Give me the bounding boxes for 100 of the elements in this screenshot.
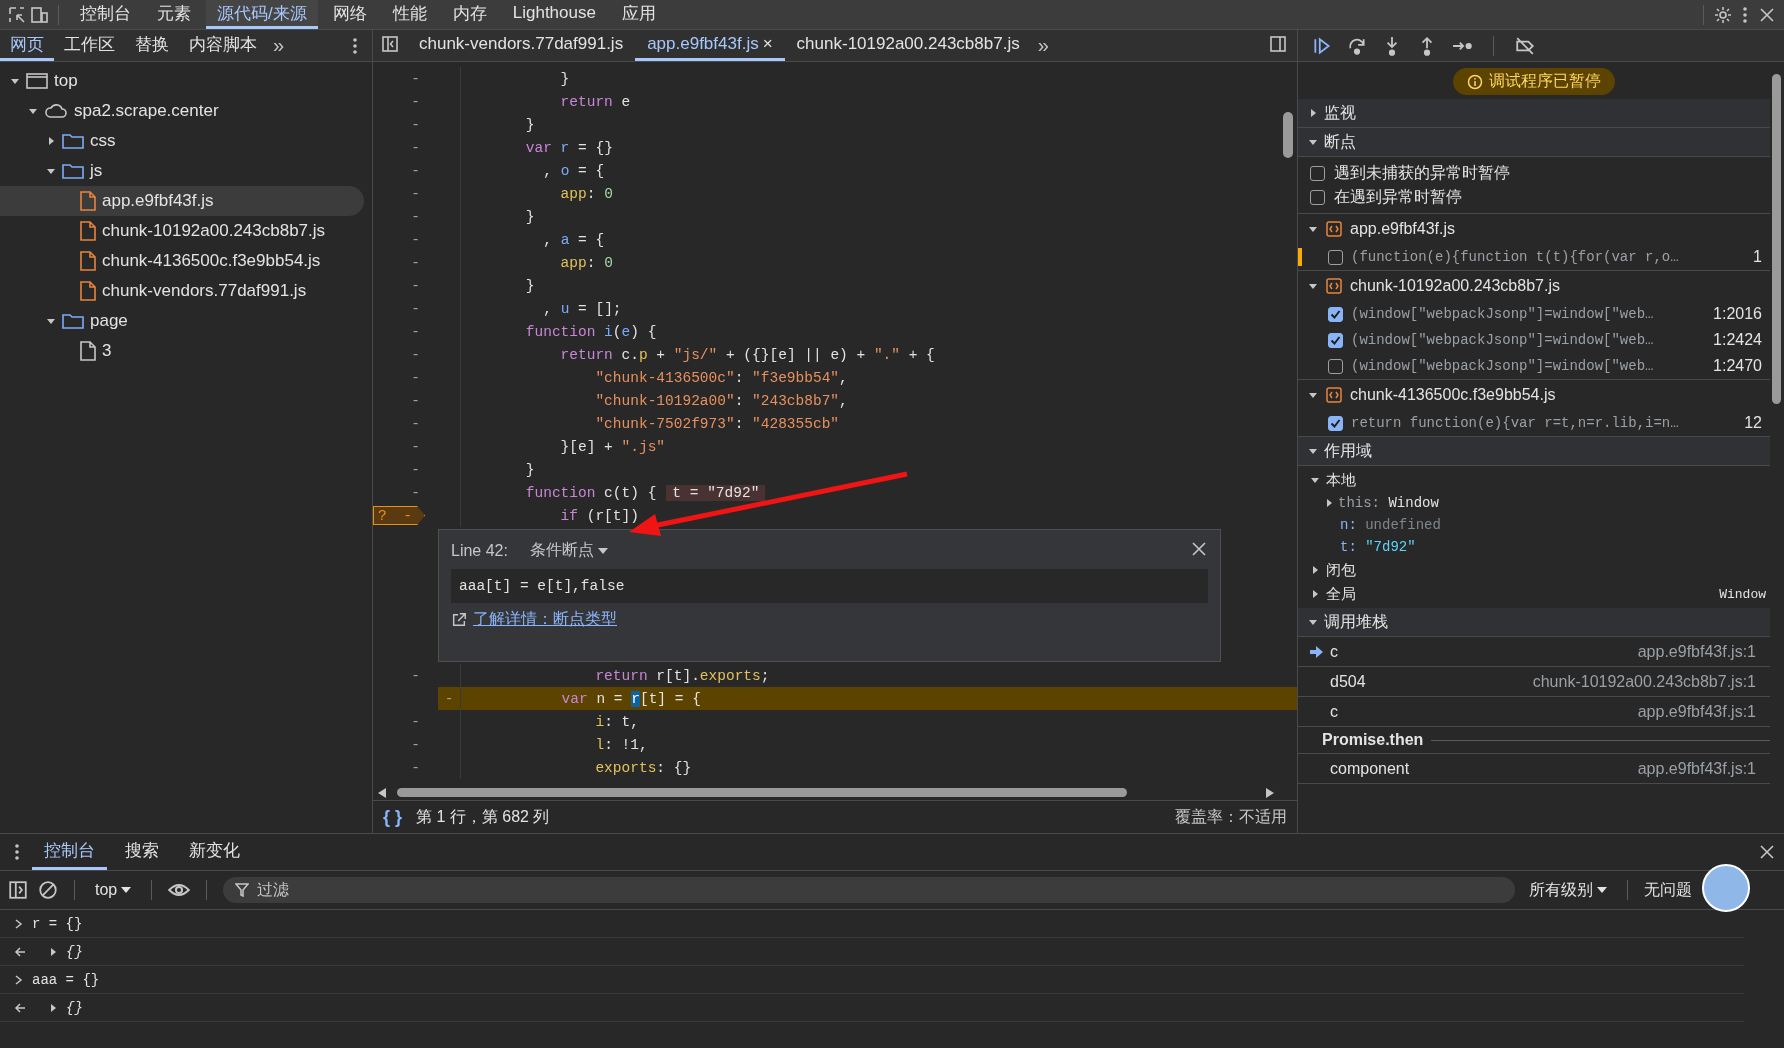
checkbox[interactable]: [1310, 189, 1325, 205]
external-link-icon[interactable]: [451, 611, 467, 628]
expand-arrow-icon[interactable]: [1308, 224, 1318, 234]
gutter-mark[interactable]: -: [411, 484, 420, 501]
expand-arrow-icon[interactable]: [28, 106, 38, 116]
file-tab[interactable]: chunk-10192a00.243cb8b7.js: [784, 30, 1032, 61]
expand-arrow-icon[interactable]: [1308, 137, 1318, 147]
close-icon[interactable]: [1190, 539, 1208, 558]
close-icon[interactable]: [1758, 5, 1776, 24]
scroll-right-icon[interactable]: [1265, 786, 1275, 799]
file-tab[interactable]: chunk-vendors.77daf991.js: [407, 30, 636, 61]
gutter-mark[interactable]: -: [411, 185, 420, 202]
avatar-icon[interactable]: [1702, 864, 1750, 912]
panel-tab[interactable]: 元素: [146, 0, 202, 29]
navigator-tab[interactable]: 工作区: [54, 30, 125, 61]
gutter-mark[interactable]: -: [411, 139, 420, 156]
gutter-mark[interactable]: -: [411, 162, 420, 179]
close-icon[interactable]: [1758, 843, 1776, 861]
expand-arrow-icon[interactable]: [48, 946, 58, 957]
call-frame[interactable]: component app.e9fbf43f.js:1: [1298, 754, 1770, 784]
checkbox[interactable]: [1328, 306, 1343, 322]
clear-console-icon[interactable]: [38, 880, 58, 900]
tree-item[interactable]: css: [0, 126, 364, 156]
inspect-icon[interactable]: [8, 5, 26, 24]
close-tab-icon[interactable]: ×: [762, 34, 773, 54]
variable-entry[interactable]: n: undefined: [1340, 517, 1441, 533]
panel-tab[interactable]: 内存: [441, 0, 498, 29]
variable-entry[interactable]: t: "7d92": [1340, 539, 1416, 555]
drawer-tab[interactable]: 新变化: [177, 834, 252, 870]
expand-arrow-icon[interactable]: [1324, 498, 1334, 508]
checkbox[interactable]: [1310, 165, 1325, 181]
gutter-mark[interactable]: -: [411, 323, 420, 340]
expand-arrow-icon[interactable]: [1308, 446, 1318, 456]
deactivate-breakpoints-icon[interactable]: [1515, 35, 1535, 56]
device-icon[interactable]: [30, 5, 48, 24]
tree-item[interactable]: 3: [0, 336, 364, 366]
gutter-mark[interactable]: -: [411, 93, 420, 110]
panel-tab[interactable]: 源代码/来源: [206, 0, 318, 29]
sidebar-icon[interactable]: [8, 880, 28, 900]
scrollbar[interactable]: [397, 788, 1127, 797]
gutter-mark[interactable]: -: [411, 231, 420, 248]
issues-counter[interactable]: 无问题: [1644, 879, 1692, 901]
gutter-mark[interactable]: -: [411, 254, 420, 271]
tree-item[interactable]: spa2.scrape.center: [0, 96, 364, 126]
expand-arrow-icon[interactable]: [1308, 390, 1318, 400]
panel-tab[interactable]: 控制台: [69, 0, 142, 29]
expand-arrow-icon[interactable]: [46, 166, 56, 176]
expand-arrow-icon[interactable]: [1308, 108, 1318, 118]
gutter-mark[interactable]: -: [411, 392, 420, 409]
gutter-mark[interactable]: -: [411, 713, 420, 730]
expand-arrow-icon[interactable]: [1310, 589, 1320, 599]
gutter-mark[interactable]: -: [444, 690, 454, 707]
context-dropdown[interactable]: top: [91, 879, 136, 901]
section-header[interactable]: 作用域: [1298, 436, 1770, 466]
navigator-tab[interactable]: 网页: [0, 30, 54, 61]
gutter-mark[interactable]: -: [411, 736, 420, 753]
scope-label[interactable]: 本地: [1326, 470, 1356, 490]
navigator-tab[interactable]: 内容脚本: [179, 30, 267, 61]
tree-item[interactable]: top: [0, 66, 364, 96]
panel-tab[interactable]: 应用: [610, 0, 667, 29]
gutter-mark[interactable]: -: [411, 300, 420, 317]
console-result[interactable]: {}: [66, 999, 83, 1016]
expand-arrow-icon[interactable]: [1308, 281, 1318, 291]
gutter-mark[interactable]: -: [411, 759, 420, 776]
tree-item[interactable]: app.e9fbf43f.js: [0, 186, 364, 216]
more-tabs-button[interactable]: »: [267, 34, 291, 57]
scope-label[interactable]: 闭包: [1326, 560, 1356, 580]
breakpoint-type-dropdown[interactable]: 条件断点: [525, 538, 612, 563]
call-frame[interactable]: d504 chunk-10192a00.243cb8b7.js:1: [1298, 667, 1770, 697]
gutter-mark[interactable]: -: [411, 346, 420, 363]
section-header[interactable]: 断点: [1298, 128, 1770, 157]
panel-tab[interactable]: 性能: [381, 0, 438, 29]
drawer-tab[interactable]: 控制台: [32, 834, 107, 870]
gutter-mark[interactable]: -: [411, 208, 420, 225]
gutter-mark[interactable]: -: [411, 438, 420, 455]
scope-label[interactable]: 全局: [1326, 584, 1356, 604]
console-result[interactable]: {}: [66, 943, 83, 960]
checkbox[interactable]: [1328, 332, 1343, 348]
call-frame[interactable]: c app.e9fbf43f.js:1: [1298, 637, 1770, 667]
scrollbar[interactable]: [1283, 112, 1293, 158]
expand-arrow-icon[interactable]: [1308, 617, 1318, 627]
call-frame[interactable]: c app.e9fbf43f.js:1: [1298, 697, 1770, 727]
gutter-mark[interactable]: -: [411, 116, 420, 133]
tree-item[interactable]: chunk-10192a00.243cb8b7.js: [0, 216, 364, 246]
gutter-mark[interactable]: -: [411, 667, 420, 684]
gutter-mark[interactable]: -: [411, 415, 420, 432]
expand-arrow-icon[interactable]: [46, 136, 56, 146]
pretty-print-button[interactable]: { }: [383, 806, 402, 828]
checkbox[interactable]: [1328, 415, 1343, 431]
expand-arrow-icon[interactable]: [1310, 565, 1320, 575]
tree-item[interactable]: chunk-vendors.77daf991.js: [0, 276, 364, 306]
panel-tab[interactable]: Lighthouse: [501, 0, 607, 29]
gutter-mark[interactable]: -: [411, 70, 420, 87]
checkbox[interactable]: [1328, 249, 1343, 265]
navigator-tab[interactable]: 替换: [125, 30, 179, 61]
toggle-sidebar-icon[interactable]: [1269, 34, 1287, 53]
conditional-breakpoint-marker[interactable]: ? -: [373, 506, 425, 525]
section-header[interactable]: 监视: [1298, 99, 1770, 128]
condition-input[interactable]: aaa[t] = e[t],false: [451, 569, 1208, 603]
expand-arrow-icon[interactable]: [1310, 475, 1320, 485]
